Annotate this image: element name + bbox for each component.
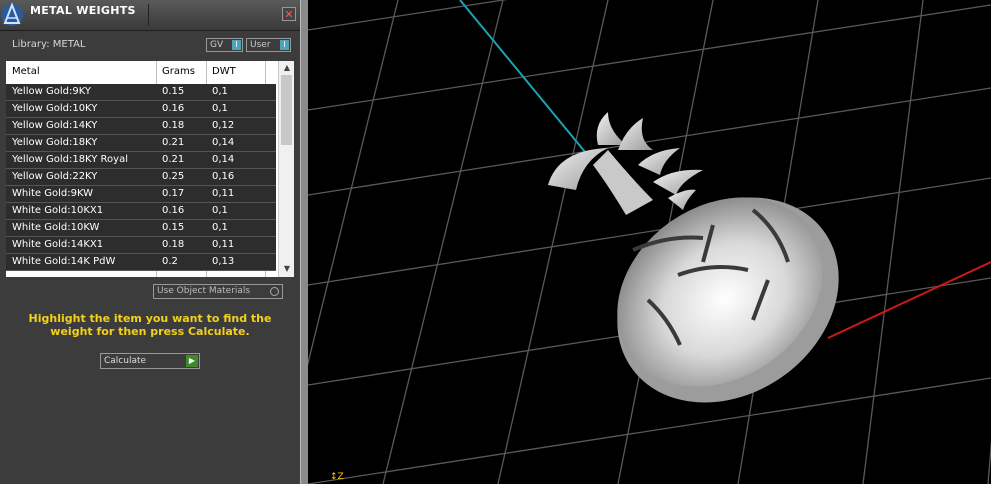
table-row[interactable]: Yellow Gold:18KY 0.21 0,14 bbox=[6, 135, 276, 152]
cell-metal: White Gold:10KX1 bbox=[12, 205, 104, 216]
table-scrollbar[interactable]: ▲ ▼ bbox=[278, 61, 294, 277]
table-body: Yellow Gold:9KY 0.15 0,1 Yellow Gold:10KY 0.… bbox=[6, 84, 276, 271]
z-axis-line bbox=[459, 0, 591, 159]
3d-viewport[interactable] bbox=[308, 0, 991, 484]
cell-grams: 0.15 bbox=[162, 222, 185, 233]
table-header: Metal Grams DWT bbox=[6, 61, 276, 83]
play-arrow-icon: ▶ bbox=[186, 355, 198, 367]
column-header-metal[interactable]: Metal bbox=[12, 66, 40, 77]
cell-dwt: 0,14 bbox=[212, 154, 235, 165]
library-label: Library: METAL bbox=[12, 39, 86, 50]
pineapple-pendant-model[interactable] bbox=[548, 112, 879, 445]
cell-dwt: 0,1 bbox=[212, 222, 228, 233]
panel-splitter[interactable] bbox=[300, 0, 308, 484]
cell-dwt: 0,11 bbox=[212, 188, 235, 199]
column-header-grams[interactable]: Grams bbox=[162, 66, 195, 77]
cell-dwt: 0,1 bbox=[212, 205, 228, 216]
leaf bbox=[638, 148, 680, 175]
table-row[interactable]: Yellow Gold:18KY Royal 0.21 0,14 bbox=[6, 152, 276, 169]
cell-grams: 0.18 bbox=[162, 239, 185, 250]
leaf bbox=[596, 112, 626, 145]
user-toggle-label: User bbox=[250, 40, 271, 50]
column-header-dwt[interactable]: DWT bbox=[212, 66, 236, 77]
cell-metal: Yellow Gold:18KY Royal bbox=[12, 154, 128, 165]
axis-indicator: ↕Z bbox=[330, 472, 344, 482]
table-row[interactable]: White Gold:9KW 0.17 0,11 bbox=[6, 186, 276, 203]
table-row[interactable]: Yellow Gold:22KY 0.25 0,16 bbox=[6, 169, 276, 186]
table-row[interactable]: Yellow Gold:9KY 0.15 0,1 bbox=[6, 84, 276, 101]
cell-grams: 0.21 bbox=[162, 154, 185, 165]
table-row[interactable]: White Gold:10KW 0.15 0,1 bbox=[6, 220, 276, 237]
close-icon: ✕ bbox=[284, 8, 294, 21]
cell-grams: 0.16 bbox=[162, 205, 185, 216]
cell-grams: 0.18 bbox=[162, 120, 185, 131]
viewport-canvas[interactable] bbox=[308, 0, 991, 484]
calculate-label: Calculate bbox=[104, 356, 147, 366]
use-object-materials-label: Use Object Materials bbox=[157, 286, 251, 296]
gv-toggle-label: GV bbox=[210, 40, 224, 50]
instruction-text: Highlight the item you want to find the … bbox=[28, 312, 272, 338]
metal-weights-panel: METAL WEIGHTS ✕ Library: METAL GV I User… bbox=[0, 0, 300, 484]
scroll-thumb[interactable] bbox=[281, 75, 292, 145]
cell-dwt: 0,1 bbox=[212, 86, 228, 97]
cell-metal: White Gold:10KW bbox=[12, 222, 100, 233]
cell-grams: 0.15 bbox=[162, 86, 185, 97]
leaf bbox=[653, 169, 703, 195]
user-toggle[interactable]: User I bbox=[246, 38, 291, 52]
cell-metal: Yellow Gold:10KY bbox=[12, 103, 98, 114]
cell-grams: 0.17 bbox=[162, 188, 185, 199]
title-bar: METAL WEIGHTS ✕ bbox=[0, 0, 300, 31]
calculate-button[interactable]: Calculate ▶ bbox=[100, 353, 200, 369]
gv-toggle[interactable]: GV I bbox=[206, 38, 243, 52]
leaf bbox=[618, 118, 653, 150]
cell-metal: Yellow Gold:18KY bbox=[12, 137, 98, 148]
metal-table: Metal Grams DWT Yellow Gold:9KY 0.15 0,1 Ye… bbox=[6, 61, 294, 277]
cell-grams: 0.16 bbox=[162, 103, 185, 114]
scroll-up-icon[interactable]: ▲ bbox=[282, 62, 292, 74]
cell-dwt: 0,16 bbox=[212, 171, 235, 182]
cell-dwt: 0,13 bbox=[212, 256, 235, 267]
radio-icon bbox=[270, 287, 279, 296]
cell-grams: 0.25 bbox=[162, 171, 185, 182]
cell-metal: White Gold:14K PdW bbox=[12, 256, 116, 267]
cell-grams: 0.2 bbox=[162, 256, 178, 267]
cell-metal: Yellow Gold:22KY bbox=[12, 171, 98, 182]
table-row[interactable]: White Gold:14KX1 0.18 0,11 bbox=[6, 237, 276, 254]
cell-dwt: 0,11 bbox=[212, 239, 235, 250]
close-button[interactable]: ✕ bbox=[282, 7, 296, 21]
stem bbox=[593, 150, 653, 215]
panel-title: METAL WEIGHTS bbox=[30, 4, 136, 17]
cell-dwt: 0,14 bbox=[212, 137, 235, 148]
cell-metal: Yellow Gold:9KY bbox=[12, 86, 91, 97]
table-row[interactable]: White Gold:10KX1 0.16 0,1 bbox=[6, 203, 276, 220]
cell-metal: Yellow Gold:14KY bbox=[12, 120, 98, 131]
title-separator bbox=[148, 4, 149, 26]
user-toggle-knob-icon: I bbox=[280, 40, 289, 50]
cell-dwt: 0,1 bbox=[212, 103, 228, 114]
axis-label: Z bbox=[337, 472, 344, 482]
use-object-materials-toggle[interactable]: Use Object Materials bbox=[153, 284, 283, 299]
table-row[interactable]: Yellow Gold:14KY 0.18 0,12 bbox=[6, 118, 276, 135]
cell-dwt: 0,12 bbox=[212, 120, 235, 131]
table-row[interactable]: White Gold:14K PdW 0.2 0,13 bbox=[6, 254, 276, 271]
cell-metal: White Gold:14KX1 bbox=[12, 239, 104, 250]
cell-grams: 0.21 bbox=[162, 137, 185, 148]
gv-toggle-knob-icon: I bbox=[232, 40, 241, 50]
app-logo-icon bbox=[1, 2, 23, 26]
cell-metal: White Gold:9KW bbox=[12, 188, 94, 199]
table-row[interactable]: Yellow Gold:10KY 0.16 0,1 bbox=[6, 101, 276, 118]
scroll-down-icon[interactable]: ▼ bbox=[282, 263, 292, 275]
